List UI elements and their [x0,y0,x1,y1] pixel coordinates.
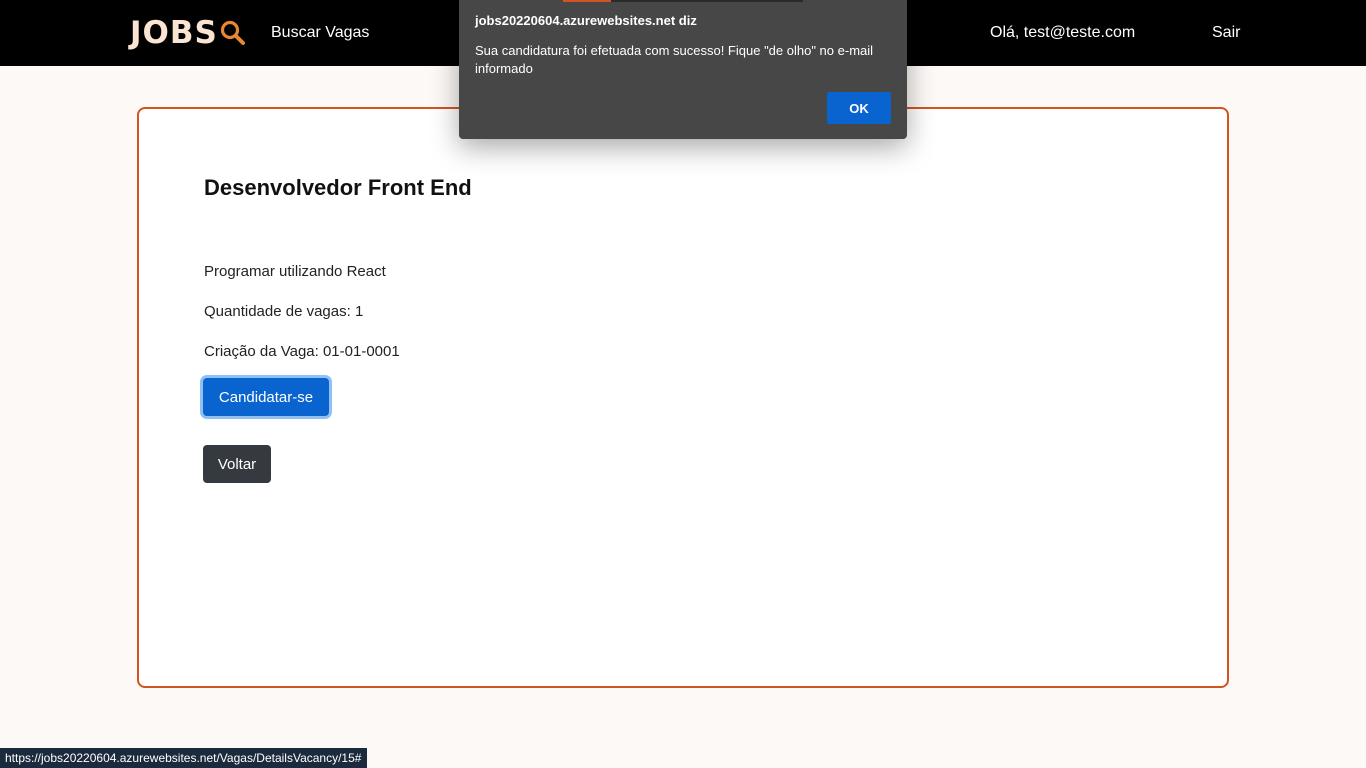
nav-logout-link[interactable]: Sair [1212,22,1240,44]
back-button[interactable]: Voltar [203,445,271,483]
magnifier-icon [220,20,245,45]
dialog-title: jobs20220604.azurewebsites.net diz [475,13,697,28]
job-created-date: Criação da Vaga: 01-01-0001 [204,343,400,360]
nav-buscar-vagas-link[interactable]: Buscar Vagas [271,22,369,44]
logo-text: JOBS [130,15,218,51]
dialog-message: Sua candidatura foi efetuada com sucesso… [475,43,874,76]
alert-dialog: jobs20220604.azurewebsites.net diz Sua c… [459,0,907,139]
job-quantity: Quantidade de vagas: 1 [204,303,364,320]
nav-user-greeting[interactable]: Olá, test@teste.com [990,22,1135,44]
apply-button[interactable]: Candidatar-se [203,378,329,416]
status-bar-url: https://jobs20220604.azurewebsites.net/V… [0,748,368,768]
job-title: Desenvolvedor Front End [204,175,472,200]
dialog-top-strip-accent [563,0,611,2]
jobs-logo[interactable]: JOBS [130,14,245,52]
job-description: Programar utilizando React [204,263,386,280]
dialog-ok-button[interactable]: OK [827,92,891,124]
job-details-card: Desenvolvedor Front End Programar utiliz… [137,107,1229,688]
